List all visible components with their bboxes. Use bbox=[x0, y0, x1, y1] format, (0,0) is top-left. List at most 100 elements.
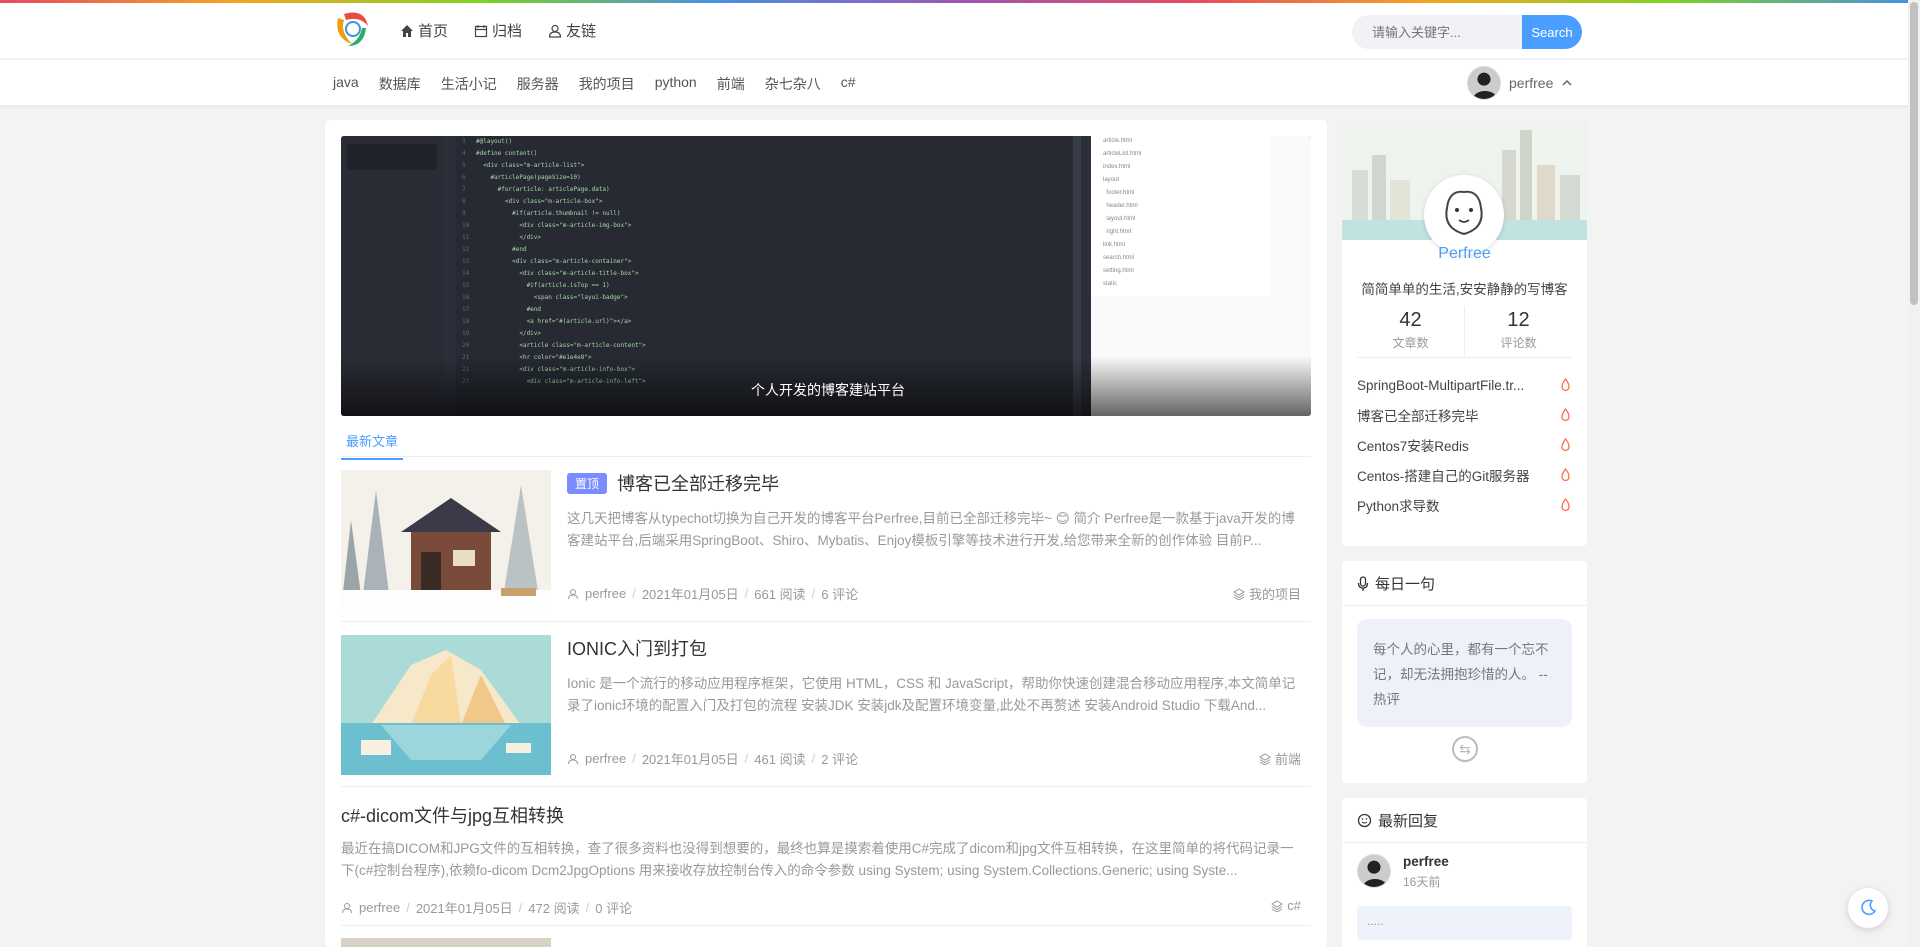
article-category-label: 我的项目 bbox=[1248, 587, 1301, 602]
article-views: 661 阅读 bbox=[754, 587, 806, 602]
stat-articles-value: 42 bbox=[1399, 309, 1422, 331]
page-scrollbar[interactable] bbox=[1908, 0, 1920, 947]
article-date: 2021年01月05日 bbox=[641, 752, 739, 767]
article-summary: 最近在搞DICOM和JPG文件的互相转换，查了很多资料也没得到想要的，最终也算是… bbox=[341, 841, 1294, 878]
category-database[interactable]: 数据库 bbox=[379, 74, 421, 94]
profile-motto: 简简单单的生活,安安静静的写博客 bbox=[1361, 282, 1568, 297]
article-summary: Ionic 是一个流行的移动应用程序框架，它使用 HTML，CSS 和 Java… bbox=[567, 676, 1296, 713]
article-tabs: 最新文章 bbox=[341, 423, 1311, 460]
article-item[interactable]: 置顶 博客已全部迁移完毕 这几天把博客从typechot切换为自己开发的博客平台… bbox=[341, 458, 1311, 622]
hot-article-item[interactable]: 博客已全部迁移完毕 bbox=[1357, 400, 1572, 430]
article-title-row: c#-dicom文件与jpg互相转换 bbox=[341, 802, 564, 828]
reply-content[interactable]: ..... bbox=[1357, 906, 1572, 940]
user-icon bbox=[342, 902, 352, 913]
hot-article-item[interactable]: Centos-搭建自己的Git服务器 bbox=[1357, 460, 1572, 490]
hot-article-title: Centos-搭建自己的Git服务器 bbox=[1357, 469, 1530, 484]
stat-articles-label: 文章数 bbox=[1392, 336, 1429, 350]
profile-stats: 42 文章数 12 评论数 bbox=[1357, 306, 1572, 358]
reply-user[interactable]: perfree 16天前 bbox=[1357, 854, 1449, 890]
nav-friends[interactable]: 友链 bbox=[548, 20, 596, 41]
article-title-row: 置顶 博客已全部迁移完毕 bbox=[567, 470, 779, 496]
article-comments: 0 评论 bbox=[595, 901, 633, 916]
article-thumbnail-iceberg[interactable] bbox=[341, 635, 551, 775]
banner-caption: 个人开发的博客建站平台 bbox=[341, 356, 1311, 416]
fire-icon bbox=[1561, 438, 1570, 452]
category-java[interactable]: java bbox=[333, 74, 359, 94]
stat-articles: 42 文章数 bbox=[1357, 306, 1464, 357]
smile-icon bbox=[1357, 813, 1372, 828]
refresh-icon[interactable]: ⇆ bbox=[1452, 736, 1478, 762]
fire-icon bbox=[1561, 498, 1570, 512]
article-category-label: c# bbox=[1287, 898, 1301, 913]
calendar-icon bbox=[474, 24, 488, 37]
hot-articles-list: SpringBoot-MultipartFile.tr... 博客已全部迁移完毕… bbox=[1357, 370, 1572, 520]
daily-quote-title-text: 每日一句 bbox=[1375, 576, 1436, 593]
category-projects[interactable]: 我的项目 bbox=[579, 74, 635, 94]
article-comments: 6 评论 bbox=[821, 587, 859, 602]
nav-home[interactable]: 首页 bbox=[400, 20, 448, 41]
category-server[interactable]: 服务器 bbox=[517, 74, 559, 94]
nav-archive[interactable]: 归档 bbox=[474, 20, 522, 41]
article-item[interactable]: c#-dicom文件与jpg互相转换 最近在搞DICOM和JPG文件的互相转换，… bbox=[341, 788, 1311, 926]
user-icon bbox=[568, 753, 578, 764]
article-title[interactable]: c#-dicom文件与jpg互相转换 bbox=[341, 802, 564, 828]
article-category[interactable]: 我的项目 bbox=[1233, 584, 1301, 603]
article-category[interactable]: c# bbox=[1271, 898, 1301, 913]
tab-latest[interactable]: 最新文章 bbox=[341, 423, 404, 460]
banner-carousel[interactable]: 3 #@layout() 4 #define content() 5 <div cl… bbox=[341, 136, 1311, 416]
profile-name[interactable]: Perfree bbox=[1342, 245, 1587, 263]
hot-article-title: 博客已全部迁移完毕 bbox=[1357, 409, 1479, 424]
article-category-label: 前端 bbox=[1274, 752, 1301, 767]
daily-quote-text: 每个人的心里，都有一个忘不记，却无法拥抱珍惜的人。 -- 热评 bbox=[1357, 619, 1572, 727]
article-item[interactable]: IONIC入门到打包 Ionic 是一个流行的移动应用程序框架，它使用 HTML… bbox=[341, 623, 1311, 787]
article-author[interactable]: perfree bbox=[359, 900, 400, 915]
article-thumbnail-partial[interactable] bbox=[341, 938, 551, 947]
category-life[interactable]: 生活小记 bbox=[441, 74, 497, 94]
article-author[interactable]: perfree bbox=[585, 586, 626, 601]
article-title[interactable]: IONIC入门到打包 bbox=[567, 635, 707, 661]
scrollbar-thumb[interactable] bbox=[1910, 2, 1918, 305]
article-views: 461 阅读 bbox=[754, 752, 806, 767]
category-misc[interactable]: 杂七杂八 bbox=[765, 74, 821, 94]
main-content: 3 #@layout() 4 #define content() 5 <div cl… bbox=[325, 120, 1327, 947]
latest-reply-title: 最新回复 bbox=[1357, 810, 1438, 831]
avatar bbox=[1357, 854, 1391, 888]
search-input[interactable] bbox=[1352, 15, 1522, 49]
category-python[interactable]: python bbox=[655, 74, 697, 94]
stat-comments-value: 12 bbox=[1507, 309, 1530, 331]
article-category[interactable]: 前端 bbox=[1259, 749, 1301, 768]
category-frontend[interactable]: 前端 bbox=[717, 74, 745, 94]
article-summary: 这几天把博客从typechot切换为自己开发的博客平台Perfree,目前已全部… bbox=[567, 511, 1295, 548]
moon-icon bbox=[1861, 899, 1877, 916]
nav-home-label: 首页 bbox=[418, 23, 449, 40]
top-badge: 置顶 bbox=[567, 472, 608, 494]
theme-toggle-button[interactable] bbox=[1848, 888, 1888, 928]
article-date: 2021年01月05日 bbox=[415, 901, 513, 916]
search-button[interactable]: Search bbox=[1522, 15, 1582, 49]
article-author[interactable]: perfree bbox=[585, 751, 626, 766]
profile-avatar[interactable] bbox=[1424, 175, 1504, 255]
avatar bbox=[1467, 66, 1501, 100]
main-nav: 首页 归档 友链 bbox=[400, 20, 596, 41]
microphone-icon bbox=[1357, 575, 1369, 591]
home-icon bbox=[401, 24, 413, 37]
hot-article-item[interactable]: Centos7安装Redis bbox=[1357, 430, 1572, 460]
article-meta: perfree / 2021年01月05日 / 472 阅读 / 0 评论 bbox=[341, 898, 632, 917]
article-date: 2021年01月05日 bbox=[641, 587, 739, 602]
article-thumbnail-cabin[interactable] bbox=[341, 470, 551, 610]
hot-article-item[interactable]: SpringBoot-MultipartFile.tr... bbox=[1357, 370, 1572, 400]
stat-comments: 12 评论数 bbox=[1464, 306, 1572, 357]
user-icon bbox=[568, 588, 578, 599]
nav-friends-label: 友链 bbox=[566, 23, 597, 40]
user-menu[interactable]: perfree bbox=[1467, 66, 1573, 100]
article-comments: 2 评论 bbox=[821, 752, 859, 767]
article-meta: perfree / 2021年01月05日 / 661 阅读 / 6 评论 bbox=[567, 584, 858, 603]
site-logo[interactable] bbox=[330, 8, 374, 50]
hot-article-title: SpringBoot-MultipartFile.tr... bbox=[1357, 377, 1525, 393]
article-title[interactable]: 博客已全部迁移完毕 bbox=[617, 470, 779, 496]
hot-article-item[interactable]: Python求导数 bbox=[1357, 490, 1572, 520]
category-list: java 数据库 生活小记 服务器 我的项目 python 前端 杂七杂八 c# bbox=[333, 74, 856, 94]
stat-comments-label: 评论数 bbox=[1500, 336, 1537, 350]
nav-archive-label: 归档 bbox=[492, 23, 523, 40]
category-csharp[interactable]: c# bbox=[841, 74, 856, 94]
